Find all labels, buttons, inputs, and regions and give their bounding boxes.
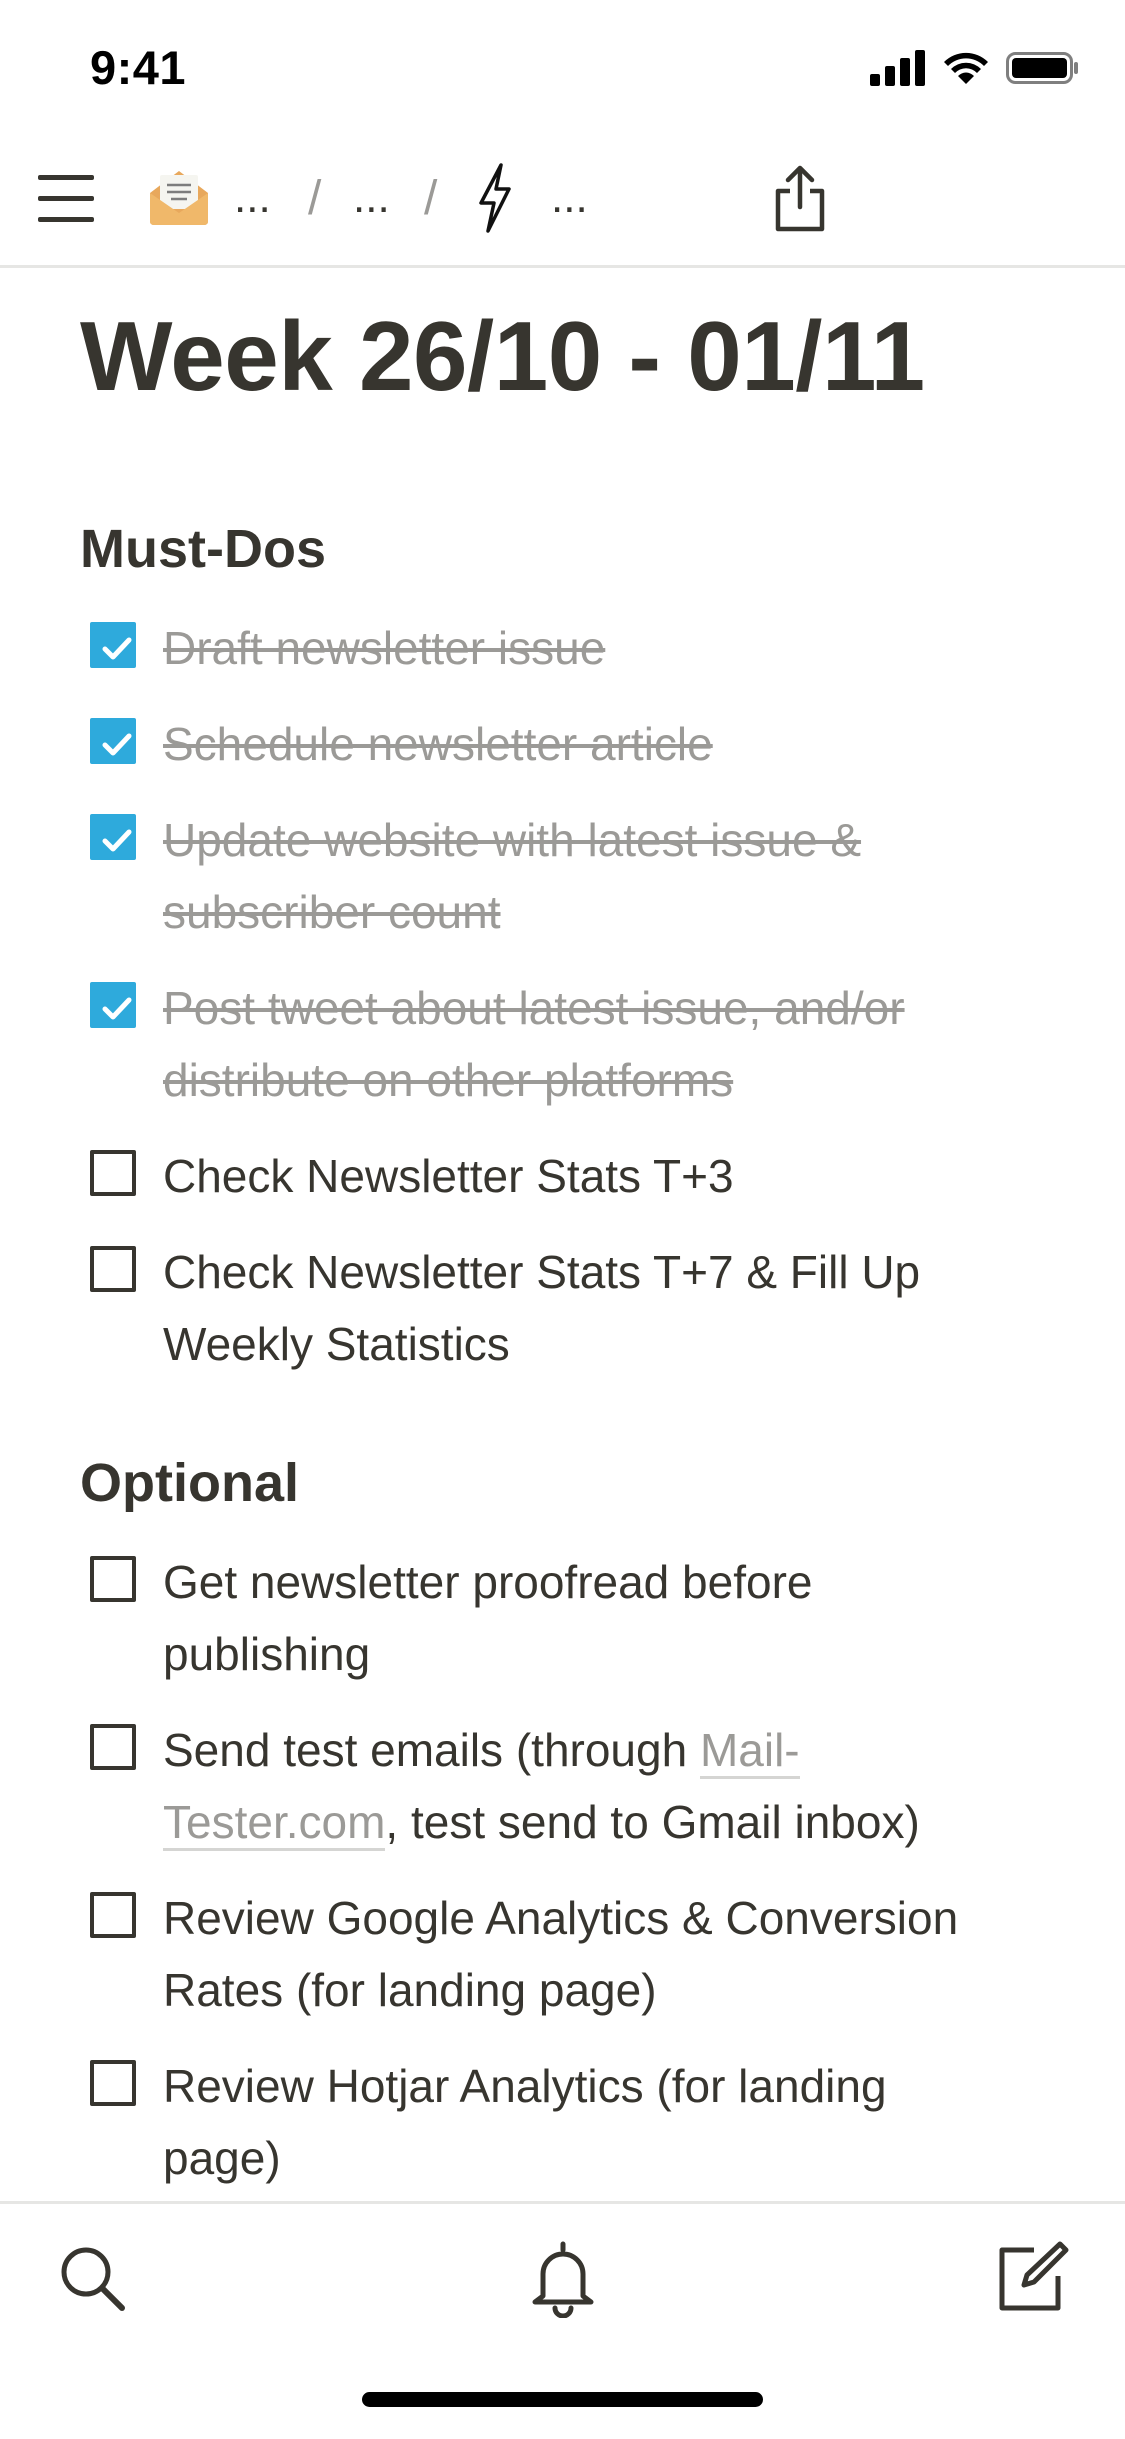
todo-text[interactable]: Check Newsletter Stats T+7 & Fill Up Week… bbox=[163, 1236, 1063, 1380]
checkmark-icon bbox=[102, 997, 132, 1020]
todo-text[interactable]: Schedule newsletter article bbox=[163, 708, 1063, 780]
checkbox-unchecked[interactable] bbox=[90, 1724, 136, 1770]
breadcrumb-separator: / bbox=[424, 172, 438, 225]
bell-icon[interactable] bbox=[523, 2238, 603, 2318]
checkbox-unchecked[interactable] bbox=[90, 1556, 136, 1602]
status-time: 9:41 bbox=[90, 41, 187, 94]
todo-item: Post tweet about latest issue, and/or dis… bbox=[80, 972, 1040, 1116]
section-heading-optional: Optional bbox=[80, 1453, 299, 1513]
status-bar: 9:41 bbox=[0, 0, 1125, 135]
checkbox-unchecked[interactable] bbox=[90, 1246, 136, 1292]
search-icon[interactable] bbox=[52, 2238, 132, 2318]
mail-tester-link[interactable]: Mail- bbox=[699, 1724, 800, 1779]
cellular-signal-icon bbox=[870, 50, 925, 86]
lightning-bolt-icon[interactable] bbox=[475, 163, 515, 233]
breadcrumb-item[interactable]: ... bbox=[234, 173, 271, 223]
todo-item: Update website with latest issue & subscr… bbox=[80, 804, 1040, 948]
page-title: Week 26/10 - 01/11 bbox=[80, 301, 925, 411]
checkmark-icon bbox=[102, 637, 132, 660]
checkbox-unchecked[interactable] bbox=[90, 1892, 136, 1938]
todo-text[interactable]: Get newsletter proofread before publishin… bbox=[163, 1546, 1063, 1690]
checkmark-icon bbox=[102, 829, 132, 852]
todo-item: Schedule newsletter article bbox=[80, 708, 1040, 780]
checkbox-unchecked[interactable] bbox=[90, 1150, 136, 1196]
todo-text[interactable]: Send test emails (through Mail- Tester.co… bbox=[163, 1714, 1063, 1858]
menu-icon[interactable] bbox=[38, 175, 94, 223]
checkbox-checked[interactable] bbox=[90, 718, 136, 764]
top-nav: ... / ... / ... bbox=[0, 135, 1125, 268]
section-heading-must-dos: Must-Dos bbox=[80, 519, 326, 579]
mail-tester-link[interactable]: Tester.com bbox=[163, 1796, 386, 1851]
battery-icon bbox=[1006, 52, 1078, 84]
compose-icon[interactable] bbox=[990, 2238, 1070, 2318]
todo-text[interactable]: Check Newsletter Stats T+3 bbox=[163, 1140, 1063, 1212]
todo-item: Check Newsletter Stats T+7 & Fill Up Week… bbox=[80, 1236, 1040, 1380]
checkbox-checked[interactable] bbox=[90, 814, 136, 860]
breadcrumb-item[interactable]: ... bbox=[353, 173, 390, 223]
checkbox-unchecked[interactable] bbox=[90, 2060, 136, 2106]
checkmark-icon bbox=[102, 733, 132, 756]
todo-item: Draft newsletter issue bbox=[80, 612, 1040, 684]
todo-item: Check Newsletter Stats T+3 bbox=[80, 1140, 1040, 1212]
todo-text[interactable]: Draft newsletter issue bbox=[163, 612, 1063, 684]
home-indicator[interactable] bbox=[362, 2392, 763, 2407]
wifi-icon bbox=[944, 52, 988, 84]
share-icon[interactable] bbox=[772, 165, 828, 235]
todo-item: Review Google Analytics & Conversion Rate… bbox=[80, 1882, 1040, 2026]
status-icons bbox=[870, 48, 1080, 88]
todo-item: Send test emails (through Mail- Tester.co… bbox=[80, 1714, 1040, 1858]
checkbox-checked[interactable] bbox=[90, 622, 136, 668]
todo-text[interactable]: Post tweet about latest issue, and/or dis… bbox=[163, 972, 1063, 1116]
todo-item: Review Hotjar Analytics (for landing page… bbox=[80, 2050, 1040, 2194]
breadcrumb-separator: / bbox=[308, 172, 322, 225]
todo-text[interactable]: Review Hotjar Analytics (for landing page… bbox=[163, 2050, 1063, 2194]
breadcrumb-item[interactable]: ... bbox=[551, 173, 588, 223]
todo-text[interactable]: Update website with latest issue & subscr… bbox=[163, 804, 1063, 948]
checkbox-checked[interactable] bbox=[90, 982, 136, 1028]
todo-text[interactable]: Review Google Analytics & Conversion Rate… bbox=[163, 1882, 1063, 2026]
envelope-emoji-icon[interactable] bbox=[146, 163, 212, 229]
todo-item: Get newsletter proofread before publishin… bbox=[80, 1546, 1040, 1690]
